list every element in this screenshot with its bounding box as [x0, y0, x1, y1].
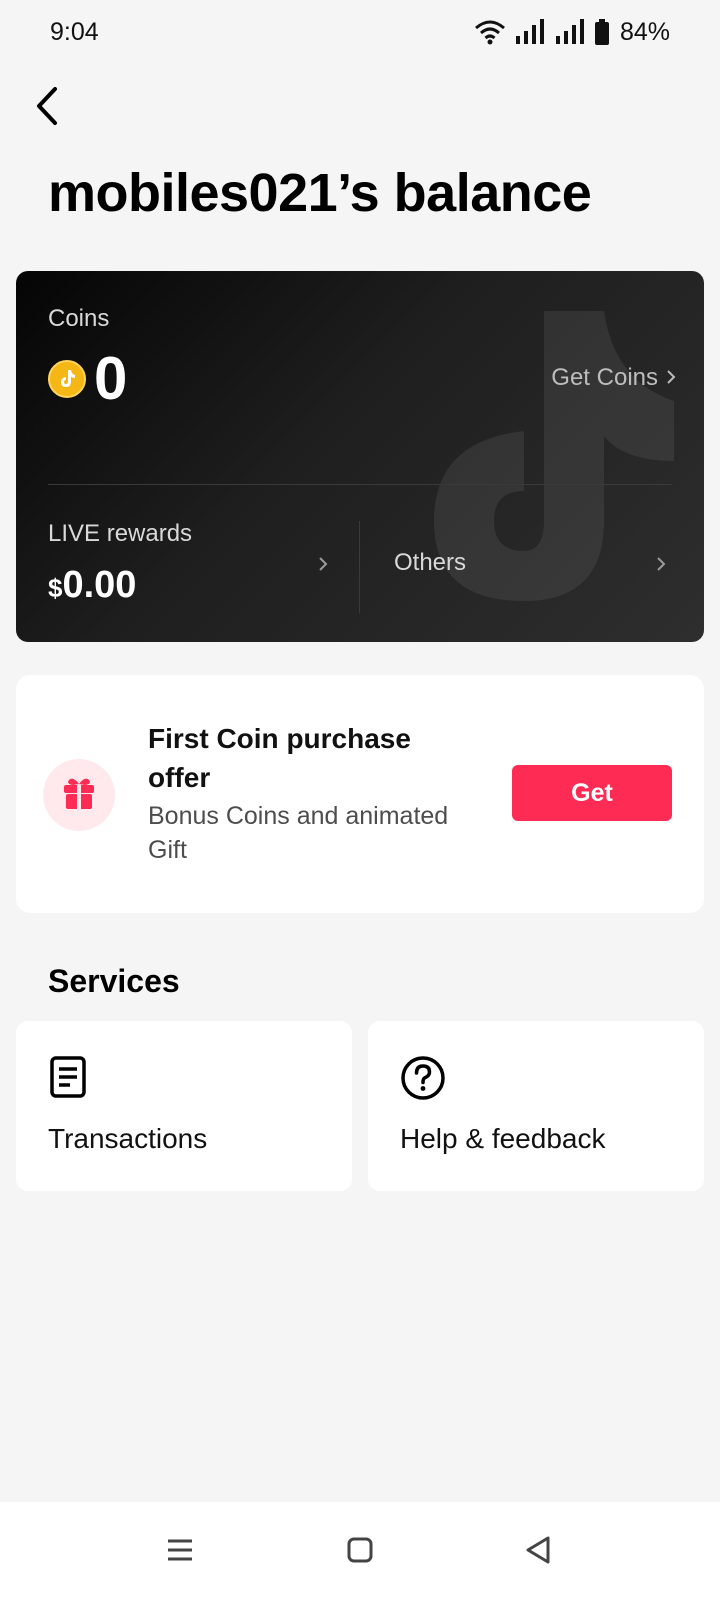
gift-icon-container [43, 759, 115, 831]
status-time: 9:04 [50, 17, 99, 46]
battery-percent: 84% [619, 17, 670, 46]
coins-value: 0 [94, 345, 128, 412]
coin-balance: 0 [48, 349, 127, 409]
card-divider [48, 484, 672, 485]
currency-symbol: $ [48, 573, 63, 603]
back-arrow-icon [33, 86, 59, 131]
vertical-divider [359, 521, 360, 613]
offer-subtitle: Bonus Coins and animated Gift [148, 802, 449, 864]
coins-label: Coins [48, 305, 110, 332]
recent-apps-button[interactable] [160, 1532, 200, 1572]
battery-icon [594, 19, 610, 45]
home-button[interactable] [340, 1532, 380, 1572]
system-back-button[interactable] [518, 1532, 558, 1572]
wifi-icon [474, 19, 506, 45]
live-rewards-item[interactable]: LIVE rewards $ 0.00 [48, 520, 348, 607]
status-bar: 9:04 84% [0, 0, 720, 64]
chevron-right-icon [656, 556, 666, 577]
transactions-label: Transactions [48, 1123, 208, 1154]
live-rewards-value: $ 0.00 [48, 564, 348, 607]
transactions-card[interactable]: Transactions [16, 1021, 352, 1191]
offer-title: First Coin purchase offer [148, 723, 411, 793]
live-rewards-label: LIVE rewards [48, 520, 193, 547]
chevron-right-icon [318, 556, 328, 577]
first-purchase-offer-card: First Coin purchase offer Bonus Coins an… [16, 675, 704, 913]
gift-icon [61, 775, 97, 816]
others-item[interactable]: Others [394, 549, 466, 577]
document-icon [48, 1055, 88, 1104]
get-coins-link[interactable]: Get Coins [551, 364, 676, 392]
system-nav-bar [0, 1502, 720, 1600]
coin-icon [48, 360, 86, 398]
help-feedback-card[interactable]: Help & feedback [368, 1021, 704, 1191]
get-offer-button[interactable]: Get [512, 765, 672, 821]
page-title: mobiles021’s balance [48, 163, 592, 223]
signal-icon [514, 19, 546, 45]
home-square-icon [346, 1536, 374, 1569]
services-heading: Services [48, 963, 180, 999]
balance-card: Coins 0 Get Coins LIVE rewards $ 0.00 Ot… [16, 271, 704, 642]
live-rewards-amount: 0.00 [62, 564, 137, 606]
help-feedback-label: Help & feedback [400, 1123, 606, 1154]
signal-icon-2 [554, 19, 586, 45]
help-icon [400, 1055, 446, 1106]
get-coins-label: Get Coins [551, 364, 658, 391]
chevron-right-icon [666, 364, 676, 392]
menu-icon [166, 1537, 194, 1568]
back-triangle-icon [524, 1535, 552, 1570]
status-icons: 84% [474, 18, 670, 47]
back-button[interactable] [26, 84, 66, 132]
